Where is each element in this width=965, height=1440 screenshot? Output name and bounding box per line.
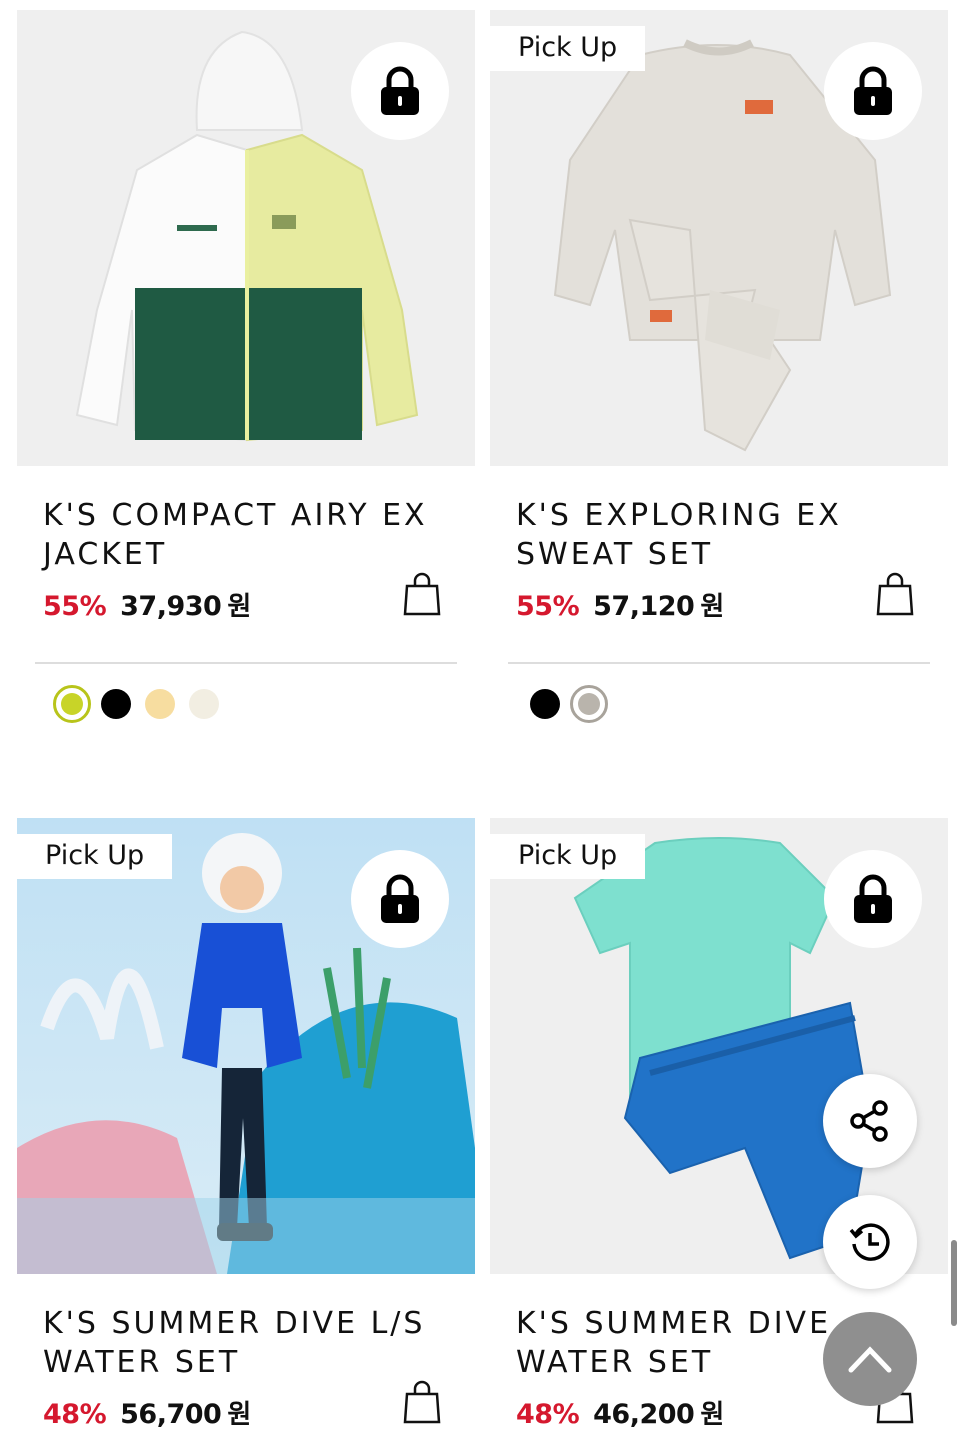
lock-icon [854, 66, 892, 115]
product-image[interactable] [17, 10, 475, 466]
currency: 원 [700, 592, 725, 622]
share-icon [850, 1100, 888, 1142]
sale-price: 46,200 [593, 1399, 695, 1430]
sale-price: 37,930 [120, 591, 222, 622]
lock-button[interactable] [824, 42, 922, 140]
color-swatch[interactable] [97, 685, 135, 723]
product-card[interactable]: Pick Up K'S EXPLORING EX SWEAT SET 55% 5… [490, 10, 948, 723]
lock-icon [381, 874, 419, 923]
currency: 원 [227, 592, 252, 622]
pickup-badge: Pick Up [490, 26, 646, 71]
product-title[interactable]: K'S EXPLORING EX SWEAT SET [516, 496, 916, 574]
lock-icon [381, 66, 419, 115]
color-swatch-selected[interactable] [53, 685, 91, 723]
shopping-bag-icon [876, 572, 914, 616]
pickup-badge: Pick Up [490, 834, 646, 879]
currency: 원 [227, 1400, 252, 1430]
discount-rate: 55% [516, 591, 580, 622]
color-swatch[interactable] [526, 685, 564, 723]
sale-price: 56,700 [120, 1399, 222, 1430]
add-to-cart-button[interactable] [403, 572, 441, 616]
discount-rate: 55% [43, 591, 107, 622]
color-swatches [53, 685, 229, 723]
product-card[interactable]: K'S COMPACT AIRY EX JACKET 55% 37,930 원 [17, 10, 475, 723]
divider [35, 662, 457, 664]
color-swatch[interactable] [141, 685, 179, 723]
color-swatches [526, 685, 614, 723]
add-to-cart-button[interactable] [876, 572, 914, 616]
currency: 원 [700, 1400, 725, 1430]
scrollbar[interactable] [951, 1240, 957, 1326]
discount-rate: 48% [43, 1399, 107, 1430]
history-icon [849, 1223, 890, 1261]
product-title[interactable]: K'S COMPACT AIRY EX JACKET [43, 496, 443, 574]
lock-button[interactable] [351, 42, 449, 140]
shopping-bag-icon [403, 1380, 441, 1424]
discount-rate: 48% [516, 1399, 580, 1430]
chevron-up-icon [848, 1346, 892, 1373]
sale-price: 57,120 [593, 591, 695, 622]
product-list: K'S COMPACT AIRY EX JACKET 55% 37,930 원 [0, 0, 965, 1440]
lock-button[interactable] [351, 850, 449, 948]
product-card[interactable]: Pick Up K'S SUMMER DIVE L/S WATER SET 48… [17, 818, 475, 1430]
shopping-bag-icon [403, 572, 441, 616]
product-image[interactable]: Pick Up [490, 10, 948, 466]
price-row: 48% 46,200 원 [516, 1394, 724, 1431]
lock-button[interactable] [824, 850, 922, 948]
pickup-badge: Pick Up [17, 834, 173, 879]
color-swatch[interactable] [185, 685, 223, 723]
add-to-cart-button[interactable] [403, 1380, 441, 1424]
recently-viewed-button[interactable] [823, 1195, 917, 1289]
scroll-to-top-button[interactable] [823, 1312, 917, 1406]
price-row: 48% 56,700 원 [43, 1394, 251, 1431]
share-button[interactable] [823, 1074, 917, 1168]
divider [508, 662, 930, 664]
price-row: 55% 57,120 원 [516, 586, 724, 623]
price-row: 55% 37,930 원 [43, 586, 251, 623]
product-image[interactable]: Pick Up [17, 818, 475, 1274]
product-title[interactable]: K'S SUMMER DIVE L/S WATER SET [43, 1304, 443, 1382]
lock-icon [854, 874, 892, 923]
color-swatch-selected[interactable] [570, 685, 608, 723]
